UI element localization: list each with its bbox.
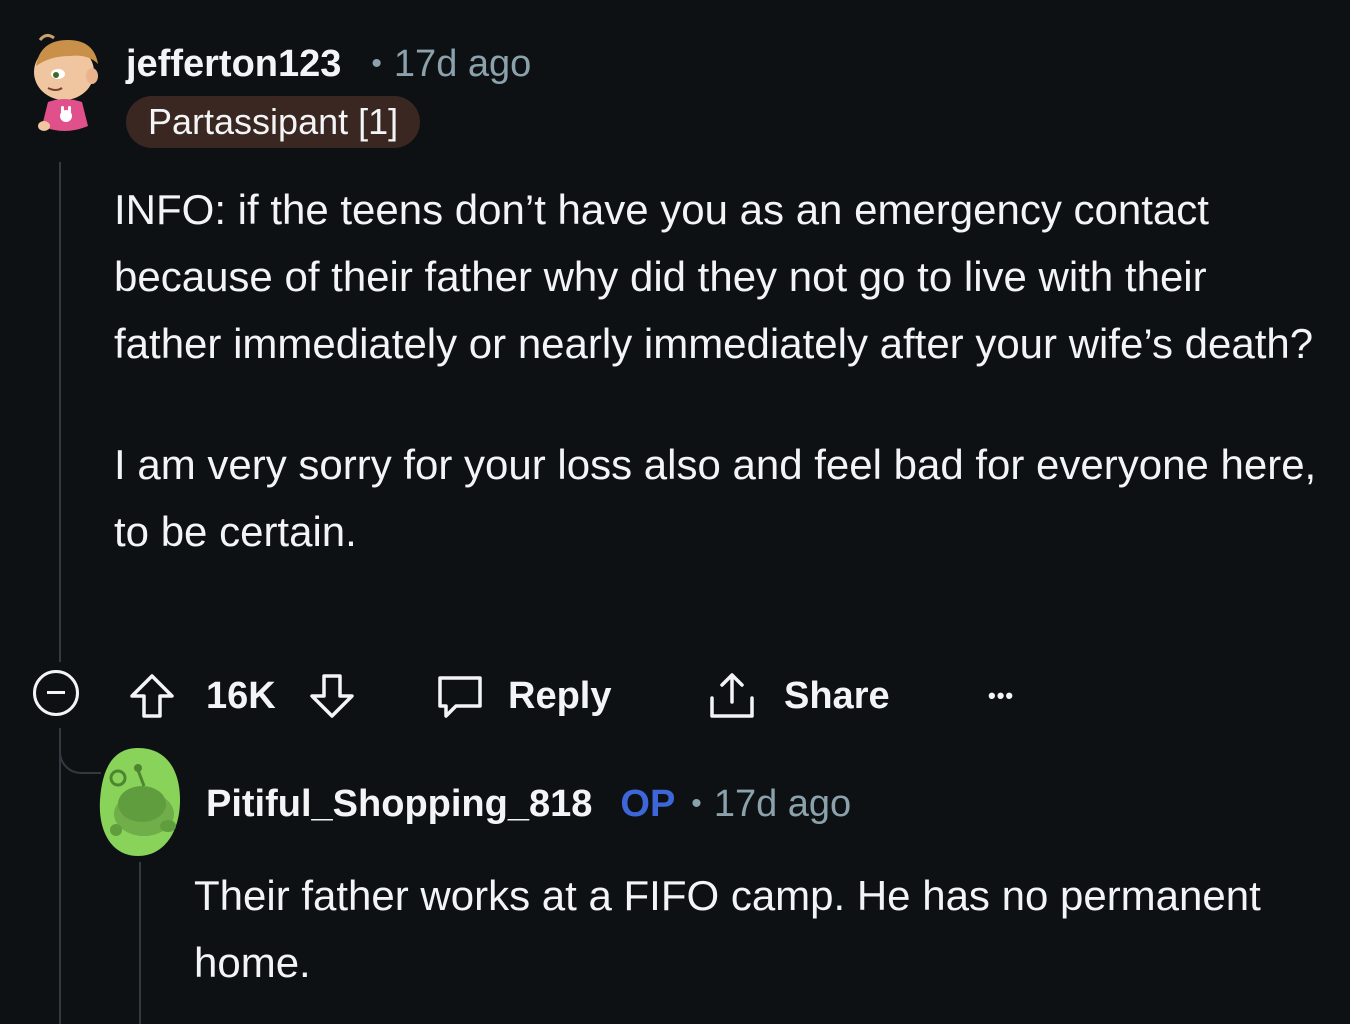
meta-separator: • [691,787,702,820]
comment-thread: jefferton123 • 17d ago Partassipant [1] … [0,0,1350,1024]
reply-body: Their father works at a FIFO camp. He ha… [194,872,1261,986]
share-label: Share [784,674,890,717]
thread-line-main-lower[interactable] [59,728,61,1024]
avatar[interactable] [98,748,180,856]
collapse-thread-button[interactable] [33,670,79,716]
comment-paragraph: INFO: if the teens don’t have you as an … [114,186,1314,367]
reply-label: Reply [508,674,612,717]
comment-body: INFO: if the teens don’t have you as an … [114,176,1324,565]
reply-timestamp[interactable]: 17d ago [714,783,851,826]
upvote-icon [128,672,176,720]
avatar[interactable] [26,30,104,138]
share-button[interactable]: Share [706,664,890,728]
downvote-icon [308,672,356,720]
vote-score: 16K [206,674,276,717]
comment-header: jefferton123 • 17d ago [126,38,531,90]
comment-bubble-icon [434,670,486,722]
reply-header: Pitiful_Shopping_818 OP • 17d ago [206,778,851,830]
thread-line-reply[interactable] [139,862,141,1024]
reply-button[interactable]: Reply [434,664,611,728]
thread-branch-curve [59,728,101,774]
comment-paragraph: I am very sorry for your loss also and f… [114,441,1317,555]
comment-timestamp[interactable]: 17d ago [394,43,531,86]
share-icon [706,670,758,722]
reply-username[interactable]: Pitiful_Shopping_818 [206,783,592,826]
thread-line-main[interactable] [59,162,61,662]
upvote-button[interactable] [128,664,176,728]
user-flair: Partassipant [1] [126,96,421,148]
downvote-button[interactable] [308,664,356,728]
comment-username[interactable]: jefferton123 [126,43,341,86]
meta-separator: • [371,47,382,80]
op-badge: OP [620,782,676,825]
more-options-button[interactable]: ••• [988,664,1014,728]
comment-action-bar: 16K Reply Share ••• [30,664,1130,728]
